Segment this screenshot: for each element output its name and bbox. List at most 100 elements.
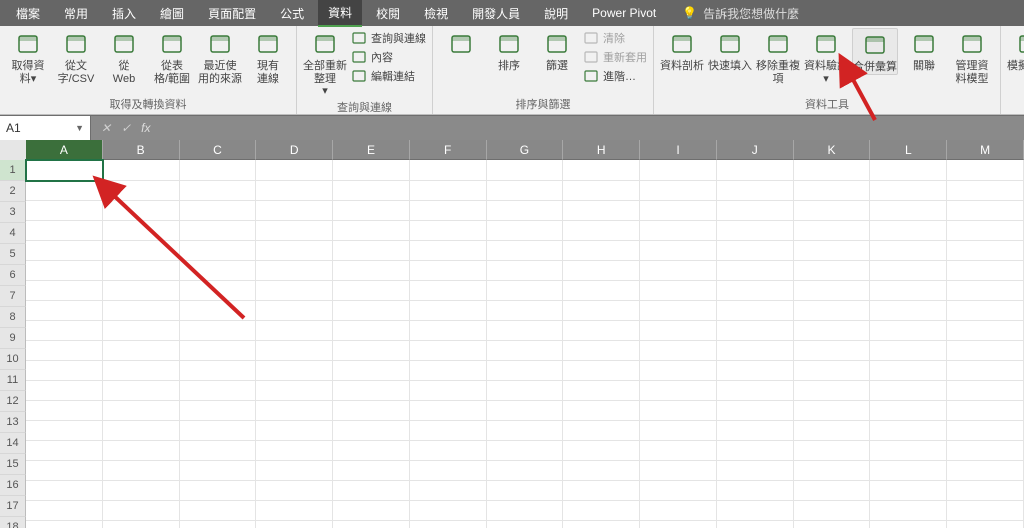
cell-H3[interactable] (563, 200, 640, 221)
cell-B7[interactable] (103, 280, 180, 301)
cell-D6[interactable] (256, 260, 333, 281)
row-header-12[interactable]: 12 (0, 391, 26, 412)
cell-A19[interactable] (26, 520, 103, 528)
row-header-15[interactable]: 15 (0, 454, 26, 475)
col-header-A[interactable]: A (26, 140, 103, 160)
cell-E4[interactable] (333, 220, 410, 241)
cell-B2[interactable] (103, 180, 180, 201)
data-validation-button[interactable]: 資料驗證▾ (804, 28, 848, 85)
cell-C3[interactable] (180, 200, 257, 221)
cell-D18[interactable] (256, 500, 333, 521)
cell-E19[interactable] (333, 520, 410, 528)
cell-J6[interactable] (717, 260, 794, 281)
cell-A6[interactable] (26, 260, 103, 281)
cell-C18[interactable] (180, 500, 257, 521)
row-header-8[interactable]: 8 (0, 307, 26, 328)
cell-A12[interactable] (26, 380, 103, 401)
cell-C15[interactable] (180, 440, 257, 461)
col-header-M[interactable]: M (947, 140, 1024, 160)
from-text-csv-button[interactable]: 從文字/CSV (54, 28, 98, 85)
from-table-range-button[interactable]: 從表格/範圍 (150, 28, 194, 85)
cell-D12[interactable] (256, 380, 333, 401)
cell-F1[interactable] (410, 160, 487, 181)
confirm-icon[interactable]: ✓ (121, 121, 131, 135)
cell-F7[interactable] (410, 280, 487, 301)
row-header-18[interactable]: 18 (0, 517, 26, 528)
cell-M17[interactable] (947, 480, 1024, 501)
cell-K15[interactable] (794, 440, 871, 461)
cell-L3[interactable] (870, 200, 947, 221)
menu-tab-檢視[interactable]: 檢視 (414, 1, 458, 26)
cell-G5[interactable] (487, 240, 564, 261)
from-web-button[interactable]: 從Web (102, 28, 146, 85)
row-header-17[interactable]: 17 (0, 496, 26, 517)
cell-M6[interactable] (947, 260, 1024, 281)
cell-M9[interactable] (947, 320, 1024, 341)
cell-I12[interactable] (640, 380, 717, 401)
cell-E14[interactable] (333, 420, 410, 441)
cell-D19[interactable] (256, 520, 333, 528)
fx-icon[interactable]: fx (141, 121, 150, 135)
name-box[interactable]: A1 ▼ (0, 116, 91, 140)
cell-J14[interactable] (717, 420, 794, 441)
cell-L8[interactable] (870, 300, 947, 321)
cell-E11[interactable] (333, 360, 410, 381)
cell-D7[interactable] (256, 280, 333, 301)
cell-L17[interactable] (870, 480, 947, 501)
cell-H16[interactable] (563, 460, 640, 481)
cell-I4[interactable] (640, 220, 717, 241)
row-header-3[interactable]: 3 (0, 202, 26, 223)
cell-A10[interactable] (26, 340, 103, 361)
cell-K4[interactable] (794, 220, 871, 241)
row-header-5[interactable]: 5 (0, 244, 26, 265)
row-header-2[interactable]: 2 (0, 181, 26, 202)
cell-E5[interactable] (333, 240, 410, 261)
cell-I9[interactable] (640, 320, 717, 341)
cell-L5[interactable] (870, 240, 947, 261)
cell-D13[interactable] (256, 400, 333, 421)
cell-M1[interactable] (947, 160, 1024, 181)
cell-B6[interactable] (103, 260, 180, 281)
cell-H8[interactable] (563, 300, 640, 321)
cell-J1[interactable] (717, 160, 794, 181)
existing-connections-button[interactable]: 現有連線 (246, 28, 290, 85)
row-header-13[interactable]: 13 (0, 412, 26, 433)
row-header-14[interactable]: 14 (0, 433, 26, 454)
cell-H18[interactable] (563, 500, 640, 521)
cell-C9[interactable] (180, 320, 257, 341)
cell-C14[interactable] (180, 420, 257, 441)
advanced-button[interactable]: 進階… (583, 68, 647, 84)
col-header-H[interactable]: H (563, 140, 640, 160)
text-to-columns-button[interactable]: 資料剖析 (660, 28, 704, 73)
cell-B11[interactable] (103, 360, 180, 381)
cell-G7[interactable] (487, 280, 564, 301)
cell-B5[interactable] (103, 240, 180, 261)
menu-tab-校閱[interactable]: 校閱 (366, 1, 410, 26)
col-header-G[interactable]: G (487, 140, 564, 160)
cell-K17[interactable] (794, 480, 871, 501)
cell-C1[interactable] (180, 160, 257, 181)
cell-J19[interactable] (717, 520, 794, 528)
cell-C17[interactable] (180, 480, 257, 501)
cell-A14[interactable] (26, 420, 103, 441)
cell-I15[interactable] (640, 440, 717, 461)
cancel-icon[interactable]: ✕ (101, 121, 111, 135)
cell-D5[interactable] (256, 240, 333, 261)
cell-I14[interactable] (640, 420, 717, 441)
cell-A2[interactable] (26, 180, 103, 201)
cell-L18[interactable] (870, 500, 947, 521)
cell-F13[interactable] (410, 400, 487, 421)
cell-C10[interactable] (180, 340, 257, 361)
cell-I13[interactable] (640, 400, 717, 421)
sort-button[interactable]: 排序 (487, 28, 531, 73)
cell-K18[interactable] (794, 500, 871, 521)
cell-M3[interactable] (947, 200, 1024, 221)
manage-data-model-button[interactable]: 管理資料模型 (950, 28, 994, 85)
cell-A5[interactable] (26, 240, 103, 261)
col-header-B[interactable]: B (103, 140, 180, 160)
cell-D2[interactable] (256, 180, 333, 201)
cell-G18[interactable] (487, 500, 564, 521)
cell-H11[interactable] (563, 360, 640, 381)
cell-B14[interactable] (103, 420, 180, 441)
cell-E9[interactable] (333, 320, 410, 341)
